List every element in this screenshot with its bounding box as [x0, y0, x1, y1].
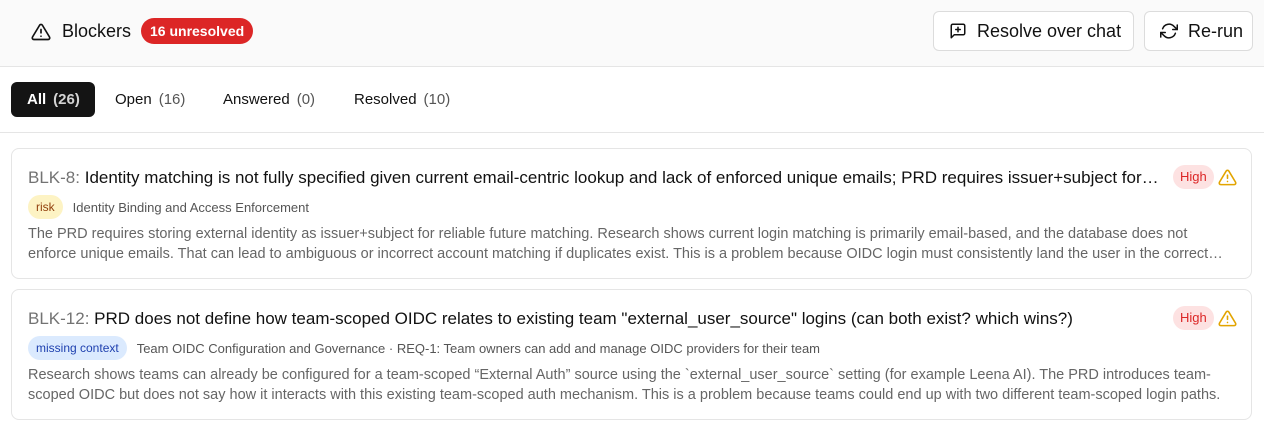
blocker-description: The PRD requires storing external identi…: [28, 226, 1209, 262]
refresh-icon: [1160, 23, 1178, 39]
tab-answered[interactable]: Answered (0): [207, 82, 331, 117]
blocker-meta: Team OIDC Configuration and Governance ·…: [136, 340, 821, 356]
blocker-id: BLK-8:: [28, 168, 80, 187]
tab-count: (16): [158, 91, 186, 108]
tab-count: (26): [53, 91, 80, 108]
tab-label: Resolved: [354, 91, 417, 108]
tab-resolved[interactable]: Resolved (10): [338, 82, 466, 117]
tab-label: Answered: [223, 91, 290, 108]
warning-triangle-icon: [31, 23, 51, 41]
blocker-tags: risk Identity Binding and Access Enforce…: [28, 195, 309, 219]
unresolved-count-badge: 16 unresolved: [141, 18, 254, 44]
severity-badge: High: [1173, 306, 1214, 330]
filter-tabs: All (26) Open (16) Answered (0) Resolved…: [0, 67, 1264, 133]
warning-triangle-icon: [1218, 310, 1237, 327]
tab-count: (10): [423, 91, 451, 108]
blocker-title: BLK-8: Identity matching is not fully sp…: [28, 168, 1163, 188]
resolve-over-chat-label: Resolve over chat: [977, 20, 1122, 41]
rerun-button[interactable]: Re-run: [1144, 11, 1253, 51]
blocker-title-text: PRD does not define how team-scoped OIDC…: [94, 309, 1073, 328]
message-plus-icon: [950, 23, 966, 39]
blocker-meta: Identity Binding and Access Enforcement: [72, 199, 309, 215]
header-bar: Blockers 16 unresolved Resolve over chat…: [0, 0, 1264, 67]
rerun-label: Re-run: [1188, 20, 1244, 41]
warning-triangle-icon: [1218, 169, 1237, 186]
blocker-description: Research shows teams can already be conf…: [28, 367, 1221, 403]
blocker-card[interactable]: BLK-8: Identity matching is not fully sp…: [11, 148, 1252, 279]
tab-label: All: [27, 91, 47, 108]
tab-open[interactable]: Open (16): [99, 82, 201, 117]
blocker-tags: missing context Team OIDC Configuration …: [28, 336, 820, 360]
blocker-title-text: Identity matching is not fully specified…: [84, 168, 1163, 187]
tab-label: Open: [115, 91, 152, 108]
tab-all[interactable]: All (26): [11, 82, 95, 117]
blocker-title: BLK-12: PRD does not define how team-sco…: [28, 309, 1163, 329]
tab-count: (0): [296, 91, 316, 108]
blocker-id: BLK-12:: [28, 309, 90, 328]
page-title: Blockers: [62, 21, 132, 41]
blocker-card[interactable]: BLK-12: PRD does not define how team-sco…: [11, 289, 1252, 420]
category-tag: missing context: [28, 336, 127, 360]
resolve-over-chat-button[interactable]: Resolve over chat: [933, 11, 1134, 51]
severity-badge: High: [1173, 165, 1214, 189]
category-tag: risk: [28, 195, 63, 219]
